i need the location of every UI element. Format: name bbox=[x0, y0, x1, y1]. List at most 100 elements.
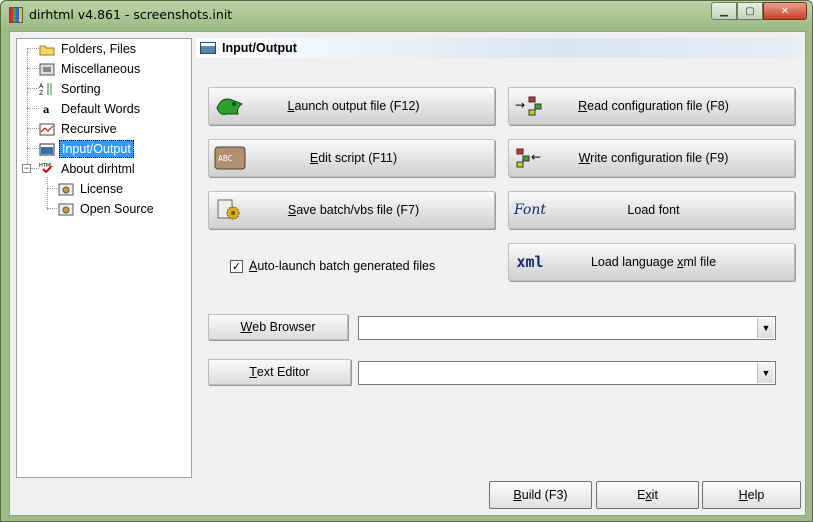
read-config-label-post: ead configuration file (F8) bbox=[587, 99, 729, 113]
load-font-button[interactable]: Font Load font bbox=[508, 191, 795, 229]
chevron-down-icon[interactable]: ▼ bbox=[757, 318, 774, 338]
gears-icon bbox=[213, 197, 247, 223]
window-title: dirhtml v4.861 - screenshots.init bbox=[29, 7, 233, 22]
write-config-icon: ← bbox=[513, 145, 547, 171]
tree-item-open-source[interactable]: Open Source bbox=[58, 200, 156, 218]
save-batch-button[interactable]: Save batch/vbs file (F7) bbox=[208, 191, 495, 229]
write-config-button[interactable]: ← Write configuration file (F9) bbox=[508, 139, 795, 177]
save-batch-label-accel: S bbox=[287, 203, 297, 217]
exit-button[interactable]: Ex it bbox=[596, 481, 699, 509]
load-language-label-post: ml file bbox=[683, 255, 717, 269]
save-batch-label-post: ave batch/vbs file (F7) bbox=[296, 203, 420, 217]
license-icon bbox=[58, 182, 74, 196]
tree-item-default-words[interactable]: a Default Words bbox=[39, 100, 142, 118]
tree-item-label: Recursive bbox=[61, 122, 117, 136]
edit-script-icon: ABC bbox=[213, 145, 247, 171]
chevron-down-icon[interactable]: ▼ bbox=[757, 363, 774, 383]
write-config-label-accel: W bbox=[578, 151, 591, 165]
tree-item-label: Folders, Files bbox=[61, 42, 137, 56]
font-icon: Font bbox=[513, 197, 547, 223]
tree-item-label: Input/Output bbox=[59, 140, 134, 158]
client-area: − Folders, Files Miscellaneous AZ Sortin… bbox=[9, 31, 806, 516]
tree-item-miscellaneous[interactable]: Miscellaneous bbox=[39, 60, 142, 78]
write-config-glyph: ← bbox=[531, 150, 541, 164]
tree-item-label: About dirhtml bbox=[61, 162, 135, 176]
exit-label-post: it bbox=[651, 488, 658, 502]
maximize-button[interactable]: ▢ bbox=[737, 2, 763, 20]
launch-icon bbox=[213, 93, 247, 119]
edit-script-label-post: dit script (F11) bbox=[318, 151, 398, 165]
caption-buttons: ▁ ▢ ✕ bbox=[711, 2, 807, 20]
help-label-accel: H bbox=[738, 488, 748, 502]
tree-line bbox=[47, 208, 57, 209]
app-icon[interactable] bbox=[9, 7, 23, 23]
panel-header: Input/Output bbox=[196, 38, 802, 58]
html-icon: HTML bbox=[39, 162, 55, 176]
tree-line bbox=[27, 88, 39, 89]
font-icon-text: Font bbox=[513, 202, 547, 218]
web-browser-button[interactable]: Web Browser bbox=[208, 314, 348, 340]
sort-icon: AZ bbox=[39, 82, 55, 96]
tree-item-license[interactable]: License bbox=[58, 180, 125, 198]
write-config-label-post: rite configuration file (F9) bbox=[590, 151, 729, 165]
recursive-icon bbox=[39, 122, 55, 136]
tree-item-label: Miscellaneous bbox=[61, 62, 141, 76]
panel-title: Input/Output bbox=[222, 41, 297, 55]
tree-item-folders-files[interactable]: Folders, Files bbox=[39, 40, 138, 58]
auto-launch-label: uto-launch batch generated files bbox=[257, 259, 436, 273]
help-label: elp bbox=[747, 488, 765, 502]
exit-label-pre: E bbox=[637, 488, 646, 502]
tree-item-input-output[interactable]: Input/Output bbox=[39, 140, 134, 158]
tree-line bbox=[27, 68, 39, 69]
load-language-label-pre: Load language bbox=[590, 255, 678, 269]
read-config-icon: → bbox=[513, 93, 547, 119]
web-browser-label-accel: W bbox=[240, 320, 253, 334]
help-button[interactable]: Help bbox=[702, 481, 801, 509]
edit-script-icon-text: ABC bbox=[218, 154, 233, 163]
build-label-accel: B bbox=[513, 488, 522, 502]
words-icon: a bbox=[39, 102, 55, 116]
tree-line bbox=[27, 148, 39, 149]
launch-output-label-post: aunch output file (F12) bbox=[294, 99, 420, 113]
edit-script-button[interactable]: ABC Edit script (F11) bbox=[208, 139, 495, 177]
collapse-toggle[interactable]: − bbox=[22, 164, 31, 173]
misc-icon bbox=[39, 62, 55, 76]
minimize-icon: ▁ bbox=[720, 5, 728, 17]
auto-launch-checkbox[interactable]: ✓ bbox=[230, 259, 243, 273]
input-output-icon bbox=[200, 42, 216, 54]
launch-output-button[interactable]: Launch output file (F12) bbox=[208, 87, 495, 125]
tree-item-recursive[interactable]: Recursive bbox=[39, 120, 119, 138]
tree-line bbox=[31, 168, 39, 169]
load-font-label-pre: Load font bbox=[627, 203, 680, 217]
tree-item-about-dirhtml[interactable]: HTML About dirhtml bbox=[39, 160, 137, 178]
close-button[interactable]: ✕ bbox=[763, 2, 807, 20]
folder-icon bbox=[39, 42, 55, 56]
web-browser-select[interactable]: ▼ bbox=[358, 316, 776, 340]
text-editor-select[interactable]: ▼ bbox=[358, 361, 776, 385]
tree-line bbox=[47, 177, 48, 210]
text-editor-label: ext Editor bbox=[256, 365, 310, 379]
tree-line bbox=[27, 48, 39, 49]
tree-item-label: Open Source bbox=[80, 202, 154, 216]
text-editor-label-accel: T bbox=[249, 365, 257, 379]
build-button[interactable]: Build (F3) bbox=[489, 481, 592, 509]
text-editor-button[interactable]: Text Editor bbox=[208, 359, 351, 385]
title-bar[interactable]: dirhtml v4.861 - screenshots.init ▁ ▢ ✕ bbox=[1, 1, 813, 29]
read-config-label-accel: R bbox=[578, 99, 588, 113]
input-output-icon bbox=[39, 142, 55, 156]
xml-icon-text: xml bbox=[516, 253, 544, 271]
close-icon: ✕ bbox=[780, 5, 790, 17]
read-config-button[interactable]: → Read configuration file (F8) bbox=[508, 87, 795, 125]
app-window: dirhtml v4.861 - screenshots.init ▁ ▢ ✕ … bbox=[0, 0, 813, 522]
auto-launch-row[interactable]: ✓ Auto-launch batch generated files bbox=[230, 259, 435, 273]
maximize-icon: ▢ bbox=[745, 5, 755, 17]
read-config-glyph: → bbox=[515, 98, 525, 112]
edit-script-label-accel: E bbox=[309, 151, 319, 165]
tree-item-label: Default Words bbox=[61, 102, 140, 116]
load-language-button[interactable]: xml Load language xml file bbox=[508, 243, 795, 281]
tree-item-sorting[interactable]: AZ Sorting bbox=[39, 80, 103, 98]
svg-text:a: a bbox=[43, 105, 50, 116]
tree-line bbox=[27, 108, 39, 109]
settings-tree[interactable]: − Folders, Files Miscellaneous AZ Sortin… bbox=[16, 38, 192, 478]
minimize-button[interactable]: ▁ bbox=[711, 2, 737, 20]
